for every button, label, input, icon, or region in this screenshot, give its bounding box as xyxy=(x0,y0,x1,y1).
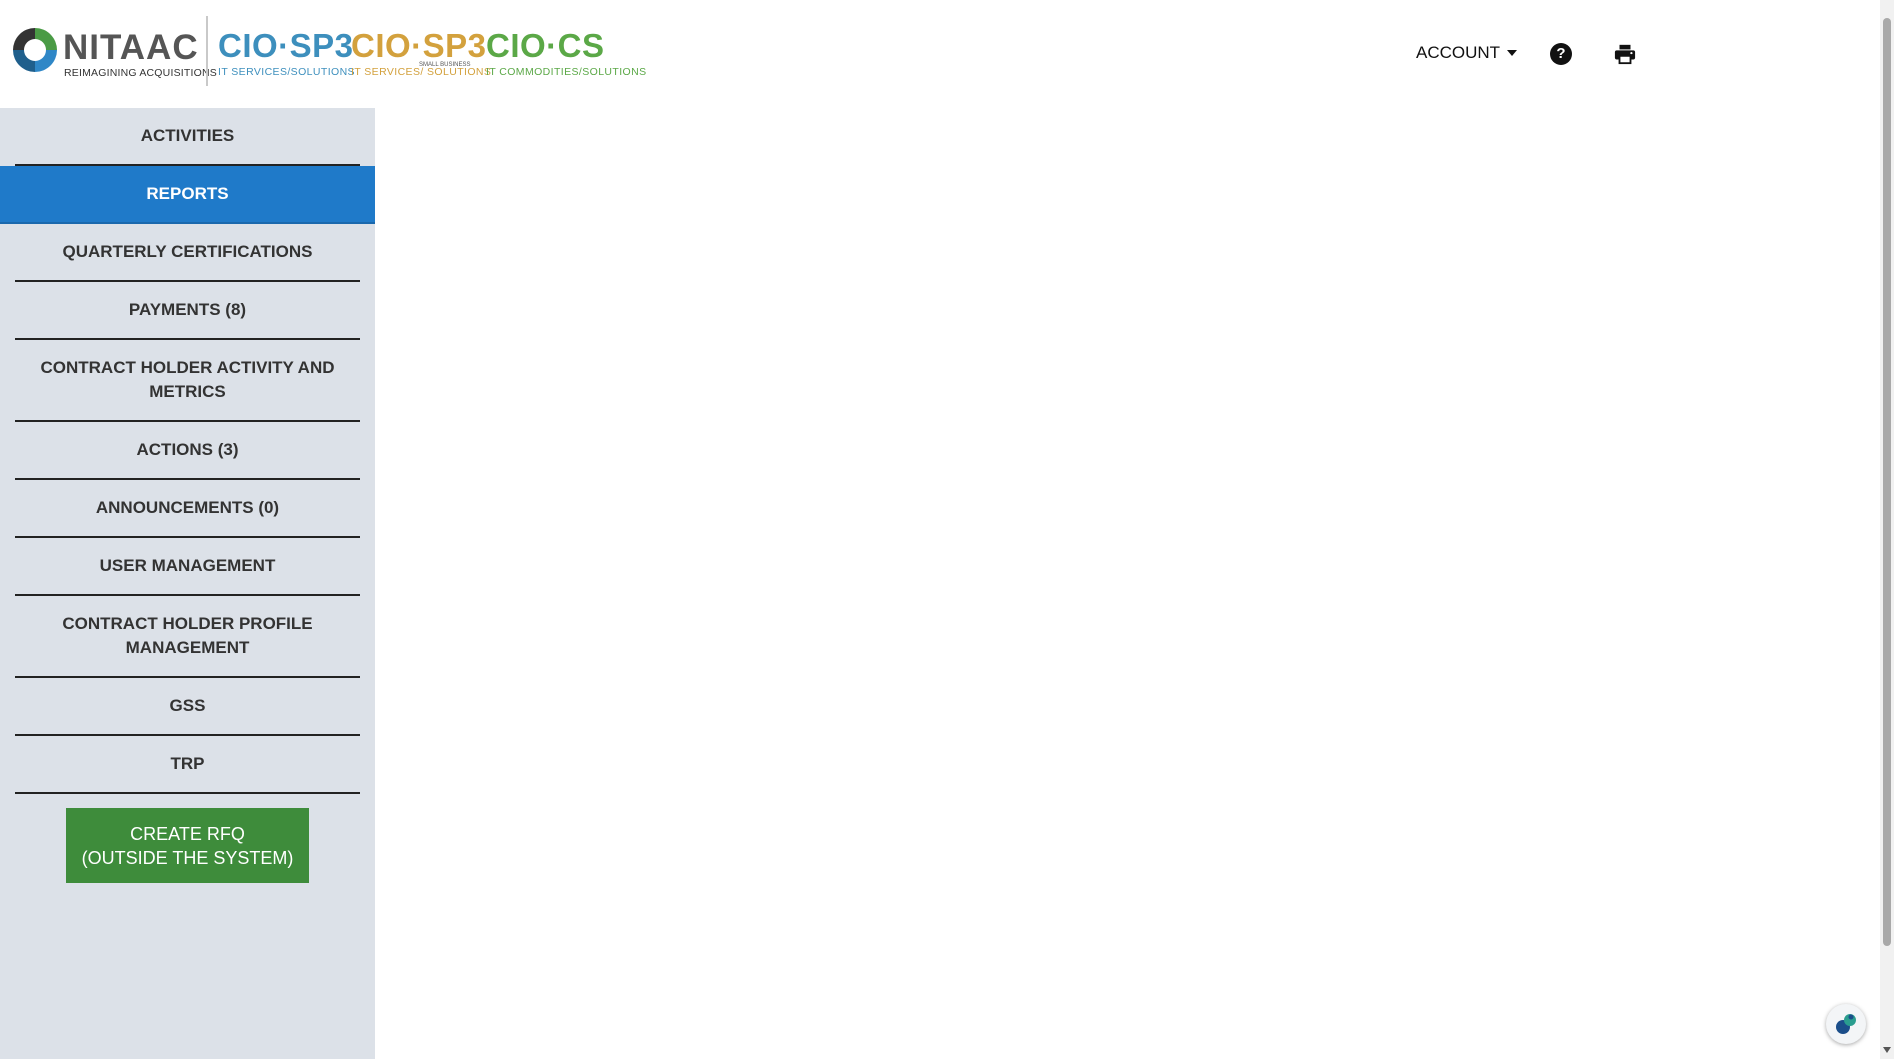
sidebar-item-user-management[interactable]: USER MANAGEMENT xyxy=(15,538,360,596)
assistant-glyph-icon xyxy=(1836,1014,1856,1034)
sidebar-item-quarterly-certifications[interactable]: QUARTERLY CERTIFICATIONS xyxy=(15,224,360,282)
sidebar-item-contract-holder-profile-management[interactable]: CONTRACT HOLDER PROFILE MANAGEMENT xyxy=(15,596,360,678)
brand-mark: CIO·SP3 xyxy=(351,27,487,64)
header-divider xyxy=(206,16,208,86)
nitaac-logo-tagline: REIMAGINING ACQUISITIONS xyxy=(64,67,217,79)
sidebar-item-gss[interactable]: GSS xyxy=(15,678,360,736)
header: NITAAC REIMAGINING ACQUISITIONS CIO·SP3 … xyxy=(0,0,1880,108)
help-icon[interactable]: ? xyxy=(1550,43,1572,65)
nitaac-logo-name: NITAAC xyxy=(63,28,199,67)
account-menu[interactable]: ACCOUNT xyxy=(1416,42,1518,64)
sidebar-item-announcements[interactable]: ANNOUNCEMENTS (0) xyxy=(15,480,360,538)
account-label: ACCOUNT xyxy=(1416,43,1501,62)
scrollbar-thumb[interactable] xyxy=(1883,18,1891,946)
sidebar-item-actions[interactable]: ACTIONS (3) xyxy=(15,422,360,480)
sidebar-item-trp[interactable]: TRP xyxy=(15,736,360,794)
sidebar: ACTIVITIES REPORTS QUARTERLY CERTIFICATI… xyxy=(0,108,375,1059)
caret-down-icon xyxy=(1507,50,1518,56)
sidebar-item-activities[interactable]: ACTIVITIES xyxy=(15,108,360,166)
brand-mark: CIO·SP3 xyxy=(218,27,354,64)
create-rfq-button[interactable]: CREATE RFQ (OUTSIDE THE SYSTEM) xyxy=(66,808,309,883)
print-icon[interactable] xyxy=(1614,43,1636,65)
accessibility-assistant-icon[interactable] xyxy=(1826,1004,1866,1044)
brand-cio-sp3-small-business[interactable]: CIO·SP3 SMALL BUSINESS IT SERVICES/ SOLU… xyxy=(351,27,491,79)
nitaac-logo[interactable]: NITAAC REIMAGINING ACQUISITIONS xyxy=(13,26,217,88)
sidebar-item-contract-holder-activity-metrics[interactable]: CONTRACT HOLDER ACTIVITY AND METRICS xyxy=(15,340,360,422)
brand-cio-sp3[interactable]: CIO·SP3 IT SERVICES/SOLUTIONS xyxy=(218,27,355,79)
brand-subtitle: IT COMMODITIES/SOLUTIONS xyxy=(486,66,647,78)
brand-cio-cs[interactable]: CIO·CS IT COMMODITIES/SOLUTIONS xyxy=(486,27,647,79)
sidebar-item-payments[interactable]: PAYMENTS (8) xyxy=(15,282,360,340)
scroll-down-arrow-icon[interactable] xyxy=(1883,1047,1891,1053)
brand-subtitle: IT SERVICES/SOLUTIONS xyxy=(218,66,355,78)
brand-mark: CIO·CS xyxy=(486,27,605,64)
scrollbar[interactable] xyxy=(1880,0,1894,1059)
nitaac-ring-icon xyxy=(13,28,57,72)
brand-tiny-label: SMALL BUSINESS xyxy=(419,62,471,68)
sidebar-item-reports[interactable]: REPORTS xyxy=(0,166,375,224)
